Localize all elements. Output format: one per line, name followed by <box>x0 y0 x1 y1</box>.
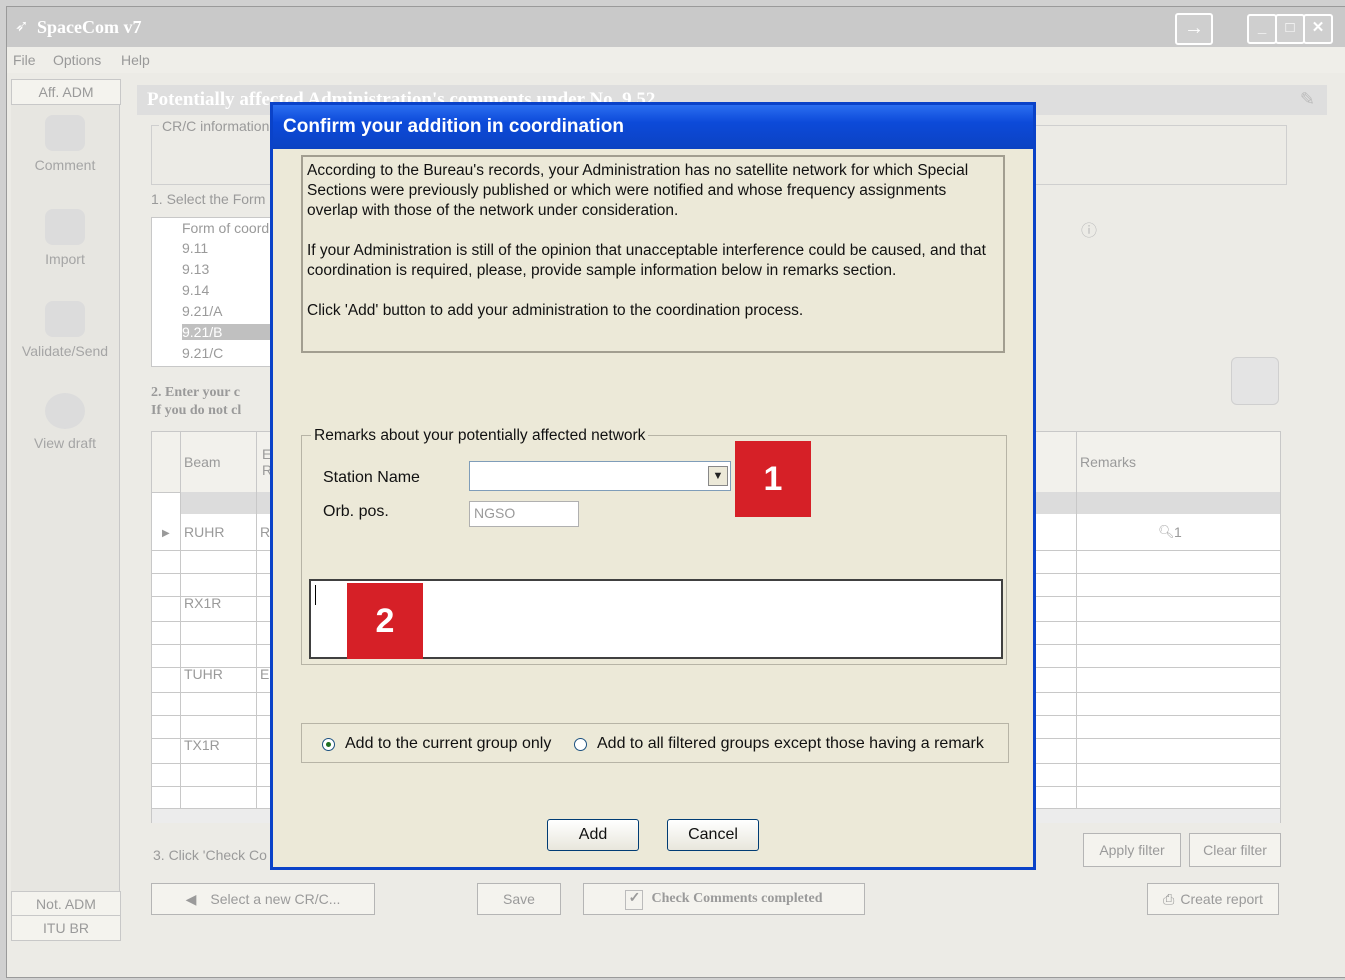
clear-filter-button[interactable]: Clear filter <box>1189 833 1281 867</box>
remark-search-icon[interactable]: 🔍︎ <box>1158 524 1175 540</box>
station-name-combobox[interactable]: ▼ <box>469 461 731 491</box>
radio-button[interactable] <box>574 737 587 751</box>
step1-label: 1. Select the Form <box>151 191 266 207</box>
printer-icon: ⎙ <box>1163 891 1175 907</box>
table-row[interactable]: RX1R <box>184 595 221 611</box>
arrow-right-icon[interactable]: → <box>1175 13 1213 45</box>
step2-sublabel: If you do not cl <box>151 403 242 418</box>
radio-current-group[interactable]: Add to the current group only <box>322 735 551 753</box>
form-item[interactable]: 9.14 <box>182 282 209 298</box>
grid-vline <box>180 432 181 808</box>
info-paragraph-2: If your Administration is still of the o… <box>307 242 986 279</box>
form-item[interactable]: 9.21/A <box>182 303 222 319</box>
check-comments-button[interactable]: ✓ Check Comments completed <box>583 883 865 915</box>
dialog-title-bar: Confirm your addition in coordination <box>273 105 1033 149</box>
table-row[interactable]: RUHR <box>184 524 224 540</box>
info-icon: ⓘ <box>1081 223 1098 240</box>
sidebar-item-view-draft[interactable]: View draft <box>11 393 119 451</box>
sidebar-item-label: Import <box>45 251 85 267</box>
table-row[interactable]: TX1R <box>184 737 220 753</box>
sidebar: Aff. ADM Comment Import Validate/Send Vi… <box>11 79 121 941</box>
sidebar-item-comment[interactable]: Comment <box>11 115 119 173</box>
form-item[interactable]: 9.11 <box>182 240 208 256</box>
col-beam: Beam <box>184 454 221 470</box>
cancel-button[interactable]: Cancel <box>667 819 759 851</box>
save-button[interactable]: Save <box>477 883 561 915</box>
dialog-info-box: According to the Bureau's records, your … <box>301 155 1005 353</box>
table-row-e: E <box>260 666 270 682</box>
row-pointer-icon: ▶ <box>162 528 170 539</box>
step3-label: 3. Click 'Check Co <box>153 847 267 863</box>
select-new-crc-label: Select a new CR/C... <box>210 891 341 907</box>
orb-pos-field: NGSO <box>469 501 579 527</box>
sidebar-item-label: View draft <box>34 435 96 451</box>
back-arrow-icon: ◀ <box>185 891 197 907</box>
form-list: Form of coord 9.11 9.13 9.14 9.21/A 9.21… <box>151 217 273 367</box>
menu-bar: File Options Help <box>7 47 1345 73</box>
table-row[interactable]: TUHR <box>184 666 223 682</box>
sidebar-item-import[interactable]: Import <box>11 209 119 267</box>
envelope-icon <box>45 301 85 337</box>
maximize-button[interactable]: □ <box>1275 14 1305 44</box>
crc-info-legend: CR/C information <box>159 118 273 134</box>
orb-pos-label: Orb. pos. <box>323 503 389 520</box>
add-button[interactable]: Add <box>547 819 639 851</box>
import-icon <box>45 209 85 245</box>
grid-vline <box>1076 432 1077 808</box>
sidebar-item-label: Comment <box>34 157 96 173</box>
edit-icon <box>45 115 85 151</box>
radio-button-selected[interactable] <box>322 737 335 751</box>
step2-label: 2. Enter your c <box>151 385 240 400</box>
radio-current-label: Add to the current group only <box>345 735 552 752</box>
create-report-button[interactable]: ⎙ Create report <box>1147 883 1279 915</box>
apply-filter-button[interactable]: Apply filter <box>1083 833 1181 867</box>
form-item[interactable]: 9.13 <box>182 261 209 277</box>
grid-vline <box>256 432 257 808</box>
confirm-dialog: Confirm your addition in coordination Ac… <box>270 102 1036 870</box>
table-row-e: R <box>260 524 271 540</box>
settings-icon[interactable] <box>1231 357 1279 405</box>
tab-aff-adm[interactable]: Aff. ADM <box>11 79 121 105</box>
callout-2: 2 <box>347 583 423 659</box>
create-report-label: Create report <box>1180 891 1263 907</box>
close-button[interactable]: ✕ <box>1303 14 1333 44</box>
note-icon: ✎ <box>1299 89 1315 109</box>
check-icon: ✓ <box>625 890 644 910</box>
callout-1: 1 <box>735 441 811 517</box>
col-remarks: Remarks <box>1080 454 1137 470</box>
window-title: SpaceCom v7 <box>37 17 142 37</box>
form-item-selected[interactable]: 9.21/B <box>182 324 272 340</box>
tab-not-adm[interactable]: Not. ADM <box>11 891 121 917</box>
dialog-title: Confirm your addition in coordination <box>283 116 624 137</box>
disc-icon <box>45 393 85 429</box>
check-comments-label: Check Comments completed <box>651 891 823 906</box>
menu-options[interactable]: Options <box>53 52 101 68</box>
info-paragraph-1: According to the Bureau's records, your … <box>307 162 969 219</box>
minimize-button[interactable]: _ <box>1247 14 1277 44</box>
remarks-group-legend: Remarks about your potentially affected … <box>311 427 649 445</box>
menu-help[interactable]: Help <box>121 52 150 68</box>
station-name-label: Station Name <box>323 469 420 486</box>
title-bar: ➶ SpaceCom v7 → _ □ ✕ <box>7 7 1345 47</box>
menu-file[interactable]: File <box>13 52 36 68</box>
select-new-crc-button[interactable]: ◀ Select a new CR/C... <box>151 883 375 915</box>
form-list-header: Form of coord <box>182 220 270 236</box>
sidebar-item-label: Validate/Send <box>21 343 109 359</box>
remark-count: 1 <box>1174 524 1182 540</box>
sidebar-item-validate-send[interactable]: Validate/Send <box>11 301 119 359</box>
info-paragraph-3: Click 'Add' button to add your administr… <box>307 302 804 319</box>
form-item[interactable]: 9.21/C <box>182 345 223 361</box>
chevron-down-icon[interactable]: ▼ <box>708 466 728 486</box>
add-scope-group: Add to the current group only Add to all… <box>301 723 1009 763</box>
radio-all-label: Add to all filtered groups except those … <box>597 735 984 752</box>
radio-all-filtered-groups[interactable]: Add to all filtered groups except those … <box>574 735 984 753</box>
app-icon: ➶ <box>15 18 29 35</box>
tab-itu-br[interactable]: ITU BR <box>11 915 121 941</box>
text-caret <box>315 585 316 605</box>
